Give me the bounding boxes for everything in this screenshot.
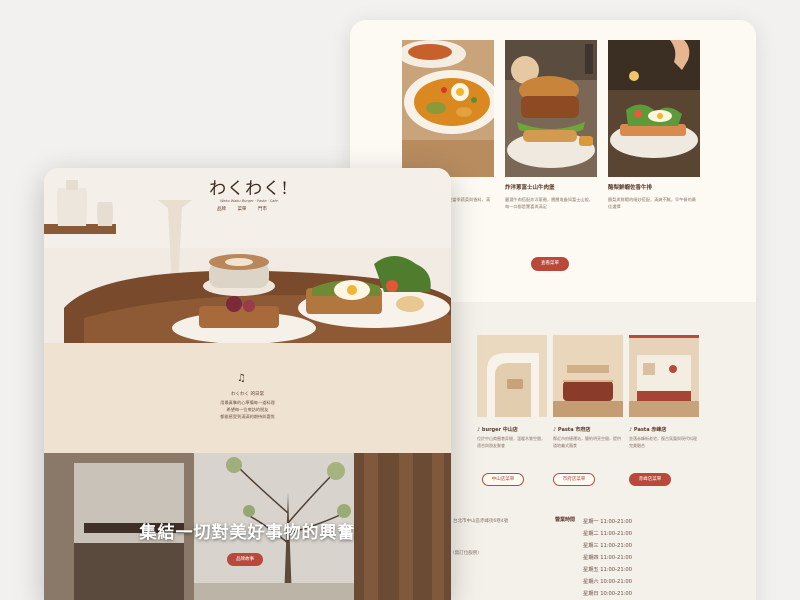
dish-title: 酪梨鮮蝦佐香牛排 — [608, 185, 653, 191]
store-address: 台北市中山區赤峰街6巷4號 — [453, 519, 509, 524]
hours-row: 星期六 10:00-21:00 — [583, 579, 632, 585]
store-description: 坐落赤峰街老宅，復古氛圍與現代料理完美融合 — [629, 436, 697, 448]
view-menu-button[interactable]: 查看菜單 — [531, 257, 569, 271]
store-description: 鄰近市府捷運站，簡約明亮空間，提供道地義式麵食 — [553, 436, 621, 448]
dish-description: 酪梨與鮮蝦的絕妙搭配，清爽不膩，早午餐的最佳選擇 — [608, 197, 696, 209]
music-note-icon: ♫ — [237, 373, 246, 384]
chifeng-menu-button[interactable]: 赤峰店菜單 — [629, 473, 671, 486]
zhongshan-menu-button[interactable]: 中山店菜單 — [482, 473, 524, 486]
store-description: 位於中山商圈巷弄間，溫暖木質空間，適合與朋友聚會 — [477, 436, 545, 448]
reservation-note: (無訂位服務) — [453, 551, 480, 556]
main-nav: 品牌 菜單 門市 — [212, 206, 272, 212]
banner-title: 集結一切對美好事物的興奮 — [139, 523, 356, 543]
dish-photo-curry[interactable] — [402, 40, 494, 177]
dish-photo-avocado-toast[interactable] — [608, 40, 700, 177]
hours-row: 星期五 11:00-21:00 — [583, 567, 632, 573]
store-photo-zhongshan[interactable] — [477, 335, 547, 417]
home-page-card: わくわく! Waku Waku Burger · Pasta · Cafe 品牌… — [44, 168, 451, 600]
nav-item-stores[interactable]: 門市 — [258, 207, 267, 212]
intro-title: わくわく 的日常 — [231, 392, 264, 397]
intro-section: ♫ わくわく 的日常 用最真摯的心準備每一道料理 希望每一位來訪的朋友 都能感受… — [44, 343, 451, 453]
nav-item-brand[interactable]: 品牌 — [217, 207, 226, 212]
hours-row: 星期日 10:00-21:00 — [583, 591, 632, 597]
nav-item-menu[interactable]: 菜單 — [237, 207, 246, 212]
dish-title: 炸洋蔥富士山牛肉堡 — [505, 185, 555, 191]
shifu-menu-button[interactable]: 市府店菜單 — [553, 473, 595, 486]
intro-line: 都能感受到滿滿的期待與喜悅 — [220, 414, 275, 419]
store-name-zhongshan: ♪ burger 中山店 — [477, 427, 518, 433]
intro-line: 用最真摯的心準備每一道料理 — [220, 400, 275, 405]
hours-row: 星期一 11:00-21:00 — [583, 519, 632, 525]
hours-row: 星期三 11:00-21:00 — [583, 543, 632, 549]
dish-photo-burger[interactable] — [505, 40, 597, 177]
logo[interactable]: わくわく! Waku Waku Burger · Pasta · Cafe — [204, 174, 294, 204]
store-photo-chifeng[interactable] — [629, 335, 699, 417]
intro-line: 希望每一位來訪的朋友 — [226, 407, 269, 412]
store-name-shifu: ♪ Pasta 市府店 — [553, 427, 591, 433]
store-name-chifeng: ♪ Pasta 赤峰店 — [629, 427, 667, 433]
logo-tagline: Waku Waku Burger · Pasta · Cafe — [220, 199, 278, 203]
hours-row: 星期二 11:00-21:00 — [583, 531, 632, 537]
store-photo-shifu[interactable] — [553, 335, 623, 417]
logo-text: わくわく! — [209, 179, 289, 199]
hours-title: 營業時間 — [555, 517, 576, 523]
brand-story-button[interactable]: 品牌故事 — [227, 553, 263, 566]
dish-description: 嚴選牛肉搭配炸洋蔥圈，層層堆疊如富士山般，每一口都是驚喜與滿足 — [505, 197, 593, 209]
hours-row: 星期四 11:00-21:00 — [583, 555, 632, 561]
